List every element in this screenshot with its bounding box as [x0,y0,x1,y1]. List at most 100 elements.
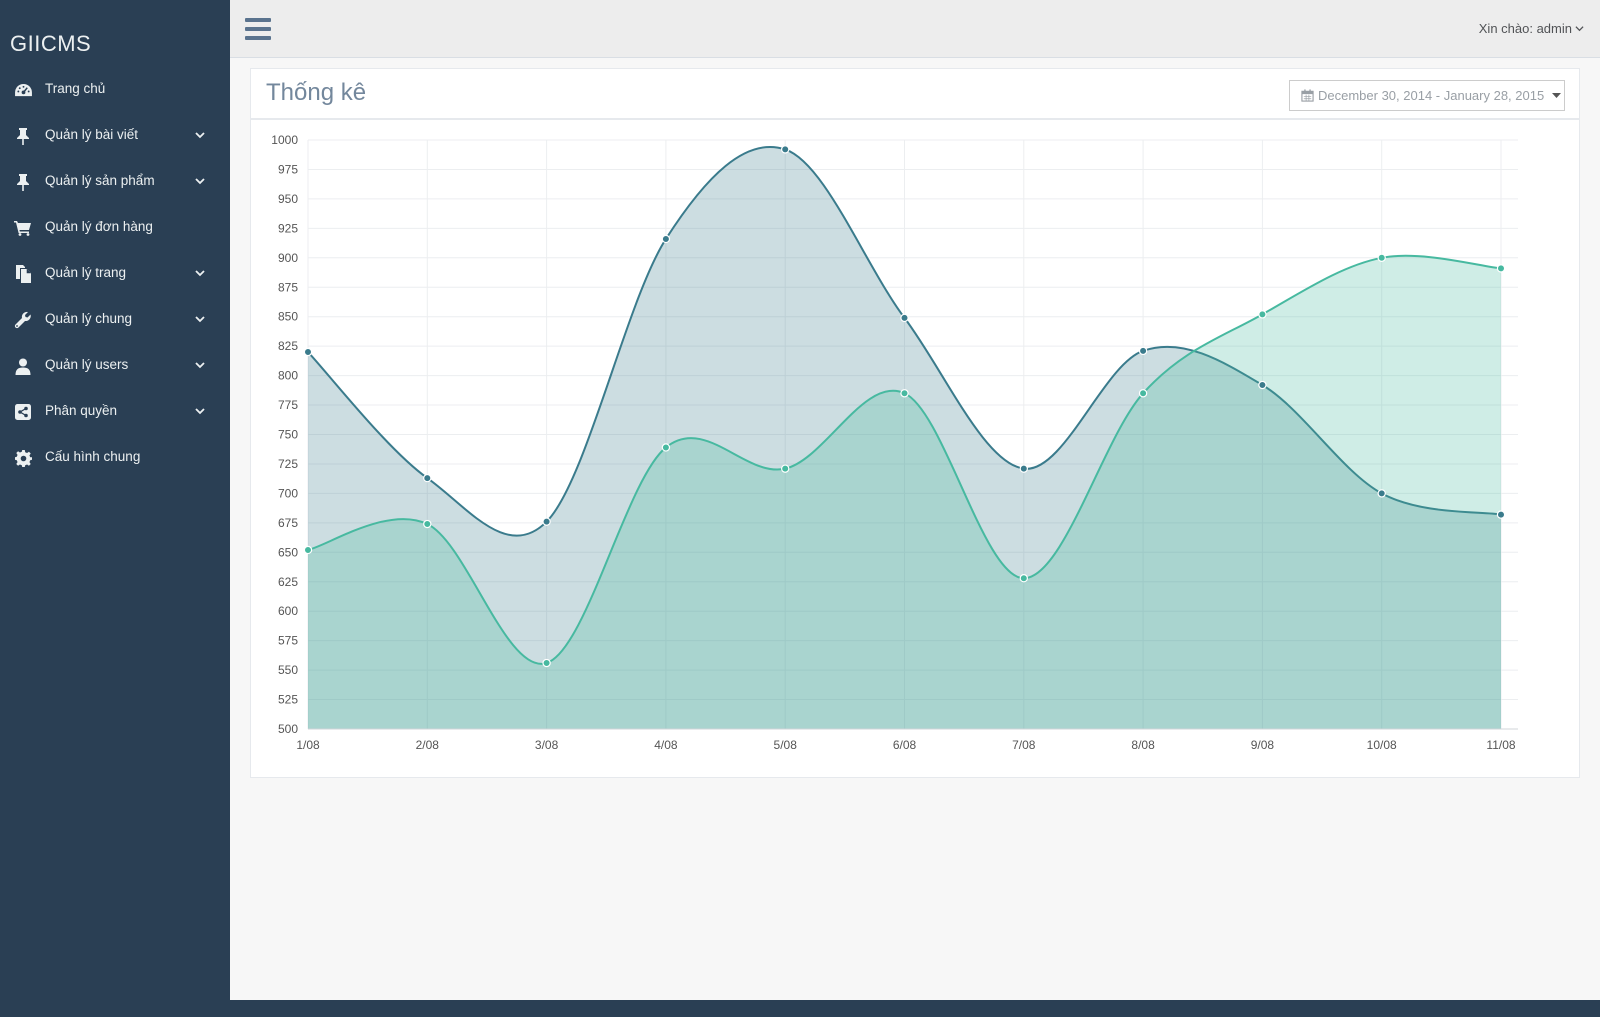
sidebar-item-label: Quản lý bài viết [45,127,139,142]
user-menu[interactable]: Xin chào: admin [1479,21,1584,36]
y-tick-label: 925 [278,221,298,235]
series-1-point [661,234,671,244]
y-tick-label: 675 [278,516,298,530]
chevron-down-icon [194,266,208,280]
dashboard-icon [13,80,33,100]
sidebar-item-7-share[interactable]: Phân quyền [0,389,230,435]
sidebar-menu: Trang chủ Quản lý bài viết Quản lý sản phẩ… [0,67,230,481]
series-2-point [1019,574,1029,583]
y-tick-label: 525 [278,693,298,707]
footer-bar [230,1000,1600,1017]
files-icon [13,264,33,284]
top-navbar: Xin chào: admin [230,0,1600,58]
stats-chart: 500 525 550 575 600 625 650 675 700 725 750 775 800 8… [251,123,1581,775]
series-2-point [781,464,790,473]
series-1-point [1138,346,1148,356]
y-tick-label: 975 [278,162,298,176]
y-tick-label: 850 [278,310,298,324]
y-tick-label: 600 [278,604,298,618]
x-tick-label: 4/08 [654,738,678,752]
sidebar-item-label: Quản lý users [45,357,129,372]
x-tick-label: 8/08 [1131,738,1155,752]
y-tick-label: 550 [278,663,298,677]
sidebar-item-label: Trang chủ [45,81,106,96]
x-tick-label: 5/08 [774,738,798,752]
sidebar-item-6-user[interactable]: Quản lý users [0,343,230,389]
chevron-down-icon [194,312,208,326]
sidebar-item-5-wrench[interactable]: Quản lý chung [0,297,230,343]
x-tick-label: 11/08 [1486,738,1515,752]
y-tick-label: 825 [278,339,298,353]
y-tick-label: 700 [278,486,298,500]
caret-down-icon [1552,92,1562,98]
y-tick-label: 900 [278,251,298,265]
sidebar-item-label: Quản lý chung [45,311,133,326]
sidebar-item-label: Cấu hình chung [45,449,141,464]
series-2-point [1377,253,1386,262]
cart-icon [13,218,33,238]
page-title: Thống kê [266,79,367,106]
calendar-icon [1301,89,1314,102]
y-tick-label: 750 [278,428,298,442]
y-tick-label: 875 [278,280,298,294]
series-1-point [781,145,790,154]
sidebar-item-3-cart[interactable]: Quản lý đơn hàng [0,205,230,251]
chevron-down-icon [194,174,208,188]
wrench-icon [13,310,33,330]
pin-icon [13,126,33,146]
x-tick-label: 2/08 [416,738,440,752]
sidebar-item-2-pin[interactable]: Quản lý sản phẩm [0,159,230,205]
date-range-picker[interactable]: December 30, 2014 - January 28, 2015 [1289,80,1565,111]
series-2-point [661,443,671,452]
chevron-down-icon [194,128,208,142]
series-2-point [1496,264,1506,273]
panel-header: Thống kê December 30, 2014 - January 28,… [251,69,1579,120]
sidebar-item-label: Quản lý đơn hàng [45,219,153,234]
chevron-down-icon [1575,26,1584,32]
series-2-point [900,389,909,398]
area-chart: 500 525 550 575 600 625 650 675 700 725 750 775 800 8… [271,133,1518,752]
sidebar-item-4-files[interactable]: Quản lý trang [0,251,230,297]
series-2-point [303,545,313,555]
chevron-down-icon [194,404,208,418]
series-1-point [423,473,432,483]
sidebar-item-0-dashboard[interactable]: Trang chủ [0,67,230,113]
series-1-point [900,313,909,323]
x-tick-label: 6/08 [893,738,917,752]
series-1-point [542,517,551,526]
series-1-point [1019,464,1029,473]
series-1-point [1496,510,1506,519]
sidebar-item-label: Quản lý sản phẩm [45,173,155,188]
y-tick-label: 500 [278,722,298,736]
sidebar-item-1-pin[interactable]: Quản lý bài viết [0,113,230,159]
menu-toggle-icon[interactable] [245,18,271,40]
y-tick-label: 800 [278,369,298,383]
x-tick-label: 9/08 [1251,738,1275,752]
user-icon [13,356,33,376]
main-content: Xin chào: admin Thống kê December 30, 20… [230,0,1600,1000]
y-tick-label: 625 [278,575,298,589]
pin-icon [13,172,33,192]
gear-icon [13,448,33,468]
series-2-point [1138,389,1148,398]
stats-panel: Thống kê December 30, 2014 - January 28,… [250,68,1580,778]
series-1-point [1377,489,1386,498]
brand-logo[interactable]: GIICMS [10,31,91,57]
series-2-point [423,519,432,529]
x-tick-label: 1/08 [296,738,320,752]
sidebar: GIICMS Trang chủ Quản lý bài viết Quản lý … [0,0,230,1017]
x-tick-label: 10/08 [1367,738,1397,752]
series-1-point [303,347,313,357]
y-tick-label: 725 [278,457,298,471]
sidebar-item-8-gear[interactable]: Cấu hình chung [0,435,230,481]
date-range-value: December 30, 2014 - January 28, 2015 [1318,88,1545,103]
sidebar-item-label: Phân quyền [45,403,118,418]
chevron-down-icon [194,358,208,372]
series-1-point [1258,380,1267,390]
sidebar-item-label: Quản lý trang [45,265,127,280]
series-2-point [1258,310,1267,319]
y-tick-label: 575 [278,634,298,648]
y-tick-label: 650 [278,545,298,559]
user-greeting: Xin chào: admin [1478,21,1572,36]
y-tick-label: 775 [278,398,298,412]
